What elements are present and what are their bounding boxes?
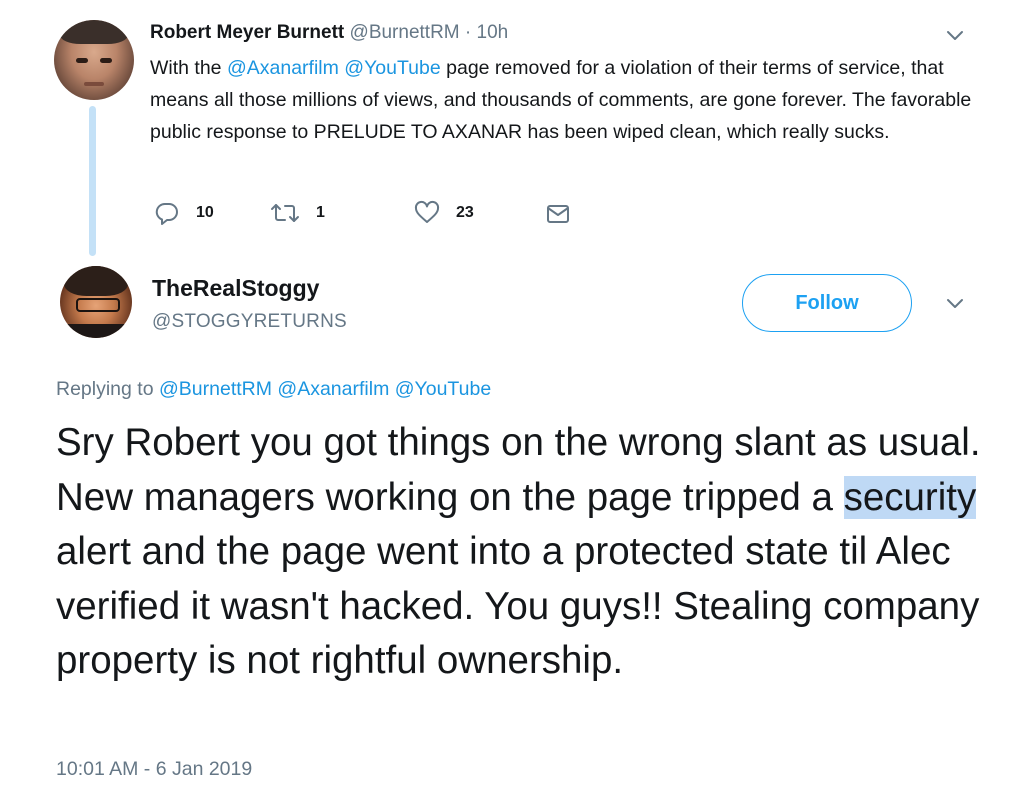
reply-author-name[interactable]: TheRealStoggy [152, 272, 319, 304]
replying-to-line: Replying to @BurnettRM @Axanarfilm @YouT… [56, 376, 491, 402]
parent-text-segment: With the [150, 57, 227, 79]
parent-tweet-time[interactable]: 10h [477, 22, 509, 43]
like-count: 23 [456, 204, 474, 221]
parent-author-name[interactable]: Robert Meyer Burnett [150, 22, 344, 43]
chevron-down-icon[interactable] [946, 26, 964, 44]
avatar-robert-meyer-burnett[interactable] [54, 20, 134, 100]
replying-mention-burnettrm[interactable]: @BurnettRM [159, 378, 272, 400]
parent-tweet-text: With the @Axanarfilm @YouTube page remov… [150, 52, 990, 148]
reply-button[interactable]: 10 [154, 200, 214, 226]
chevron-down-icon[interactable] [946, 294, 964, 312]
heart-icon [414, 200, 440, 226]
direct-message-button[interactable] [545, 201, 571, 227]
retweet-icon [270, 200, 300, 226]
reply-tweet-text: Sry Robert you got things on the wrong s… [56, 416, 1006, 689]
reply-text-segment: alert and the page went into a protected… [56, 530, 980, 682]
reply-count: 10 [196, 204, 214, 221]
header-separator: · [464, 22, 472, 43]
reply-text-segment: Sry Robert you got things on the wrong s… [56, 421, 981, 519]
mention-link-axanarfilm[interactable]: @Axanarfilm [227, 57, 339, 79]
retweet-count: 1 [316, 204, 325, 221]
parent-tweet-header: Robert Meyer Burnett @BurnettRM · 10h [150, 20, 508, 46]
tweet-timestamp[interactable]: 10:01 AM - 6 Jan 2019 [56, 756, 252, 782]
follow-button[interactable]: Follow [742, 274, 912, 332]
replying-mention-axanarfilm[interactable]: @Axanarfilm [277, 378, 389, 400]
envelope-icon [545, 201, 571, 227]
thread-connector-line [89, 106, 96, 256]
replying-mention-youtube[interactable]: @YouTube [395, 378, 491, 400]
like-button[interactable]: 23 [414, 200, 474, 226]
selected-text-highlight[interactable]: security [843, 475, 977, 519]
reply-author-handle[interactable]: @STOGGYRETURNS [152, 309, 347, 335]
retweet-button[interactable]: 1 [270, 200, 325, 226]
avatar-therealstoggy[interactable] [60, 266, 132, 338]
parent-author-handle[interactable]: @BurnettRM [350, 22, 460, 43]
mention-link-youtube[interactable]: @YouTube [344, 57, 440, 79]
reply-icon [154, 200, 180, 226]
replying-prefix: Replying to [56, 378, 159, 400]
